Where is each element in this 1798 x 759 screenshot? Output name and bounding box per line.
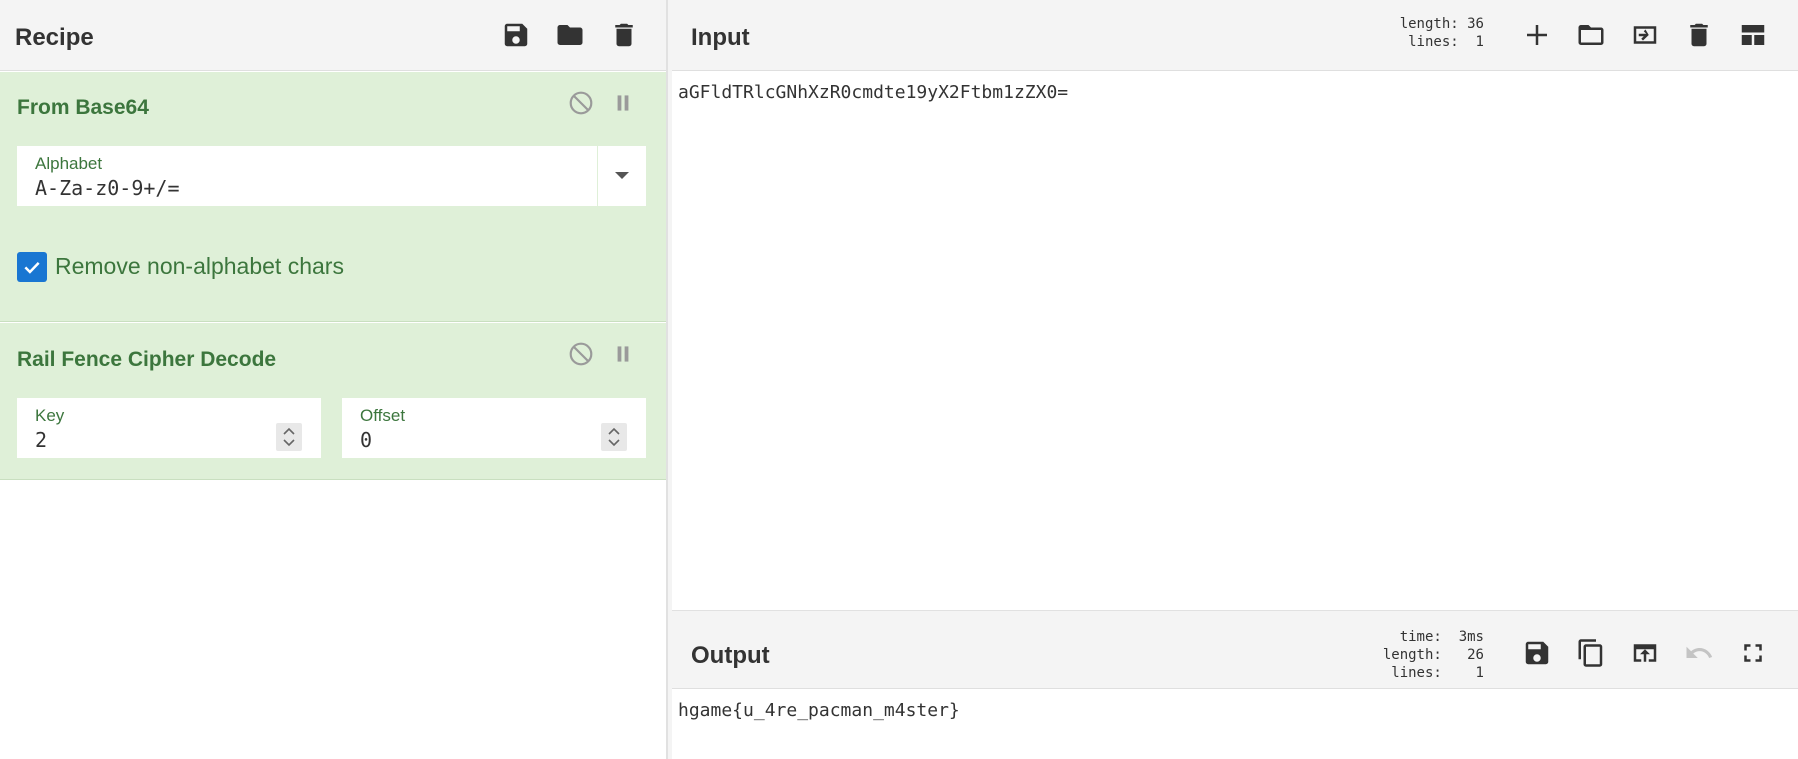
spinner-arrows-icon — [608, 427, 620, 447]
undo-icon — [1686, 646, 1713, 658]
add-input-tab-button[interactable] — [1510, 16, 1564, 54]
disable-icon — [569, 342, 593, 366]
import-icon — [1633, 26, 1657, 44]
recipe-pane: Recipe From Base64 Alphabet A-Za-z0-9+/= — [0, 0, 667, 759]
breakpoint-button[interactable] — [608, 88, 638, 118]
offset-spinner[interactable] — [601, 423, 627, 451]
operation-title: From Base64 — [17, 96, 149, 119]
horizontal-resize-handle[interactable] — [672, 610, 1798, 618]
open-file-button[interactable] — [1564, 16, 1618, 54]
folder-open-icon — [1578, 25, 1604, 45]
offset-field[interactable]: Offset 0 — [342, 398, 646, 460]
load-recipe-button[interactable] — [543, 16, 597, 54]
input-pane: Input length: 36 lines: 1 aGFldTRlcGNhXz… — [672, 0, 1798, 610]
save-output-button[interactable] — [1510, 634, 1564, 672]
maximize-output-button[interactable] — [1726, 634, 1780, 672]
reset-layout-button[interactable] — [1726, 16, 1780, 54]
output-title: Output — [691, 642, 770, 669]
output-toolbar-buttons — [1510, 634, 1780, 672]
output-text[interactable]: hgame{u_4re_pacman_m4ster} — [678, 700, 960, 721]
clear-recipe-button[interactable] — [597, 16, 651, 54]
disable-operation-button[interactable] — [566, 339, 596, 369]
input-textarea[interactable]: aGFldTRlcGNhXzR0cmdte19yX2Ftbm1zZX0= — [678, 82, 1068, 103]
recipe-header: Recipe — [0, 0, 666, 71]
alphabet-label: Alphabet — [35, 154, 103, 173]
recipe-title: Recipe — [15, 24, 94, 51]
replace-input-button[interactable] — [1618, 634, 1672, 672]
trash-icon — [1690, 23, 1708, 47]
recipe-toolbar — [489, 16, 651, 54]
disable-icon — [569, 91, 593, 115]
offset-value: 0 — [360, 428, 373, 452]
input-stats: length: 36 lines: 1 — [1399, 16, 1484, 50]
plus-icon — [1527, 25, 1547, 45]
save-icon — [504, 23, 528, 47]
key-spinner[interactable] — [276, 423, 302, 451]
spinner-arrows-icon — [283, 427, 295, 447]
undo-button[interactable] — [1672, 634, 1726, 672]
pause-icon — [617, 346, 629, 362]
maximize-icon — [1744, 644, 1762, 662]
key-label: Key — [35, 406, 65, 425]
key-value: 2 — [35, 428, 48, 452]
input-toolbar-buttons — [1510, 16, 1780, 54]
caret-down-icon — [615, 172, 629, 179]
disable-operation-button[interactable] — [566, 88, 596, 118]
pause-icon — [617, 95, 629, 111]
operation-rail-fence-decode: Rail Fence Cipher Decode Key 2 Offset 0 — [0, 323, 666, 480]
trash-icon — [615, 23, 633, 47]
open-folder-button[interactable] — [1618, 16, 1672, 54]
input-title: Input — [691, 24, 750, 51]
layout-icon — [1741, 25, 1765, 45]
remove-non-alphabet-label: Remove non-alphabet chars — [55, 253, 344, 279]
key-field[interactable]: Key 2 — [17, 398, 321, 460]
open-in-input-icon — [1633, 644, 1657, 662]
save-icon — [1525, 641, 1549, 665]
save-recipe-button[interactable] — [489, 16, 543, 54]
folder-open-icon — [557, 25, 583, 45]
alphabet-field[interactable]: Alphabet A-Za-z0-9+/= — [17, 146, 597, 208]
checkmark-icon — [24, 261, 40, 274]
breakpoint-button[interactable] — [608, 339, 638, 369]
operation-from-base64: From Base64 Alphabet A-Za-z0-9+/= Remove… — [0, 72, 666, 322]
operation-title: Rail Fence Cipher Decode — [17, 348, 277, 371]
remove-non-alphabet-checkbox[interactable] — [17, 252, 47, 282]
copy-output-button[interactable] — [1564, 634, 1618, 672]
alphabet-value: A-Za-z0-9+/= — [35, 176, 180, 200]
offset-label: Offset — [360, 406, 406, 425]
copy-icon — [1578, 639, 1603, 667]
output-stats: time: 3ms length: 26 lines: 1 — [1382, 629, 1484, 681]
clear-input-button[interactable] — [1672, 16, 1726, 54]
alphabet-dropdown-button[interactable] — [598, 146, 646, 208]
